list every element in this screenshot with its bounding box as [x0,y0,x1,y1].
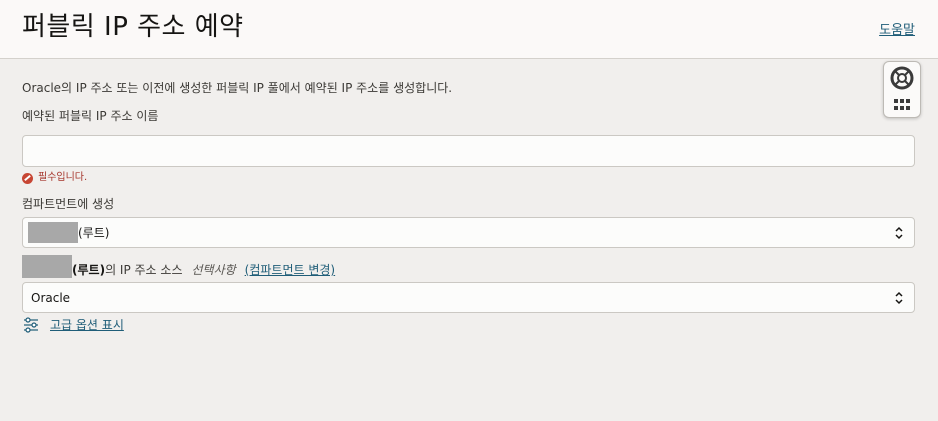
chevron-up-down-icon [895,226,903,240]
change-compartment-link[interactable]: (컴파트먼트 변경) [245,261,335,278]
show-advanced-options[interactable]: 고급 옵션 표시 [23,316,124,333]
compartment-label: 컴파트먼트에 생성 [22,197,115,211]
ip-source-select[interactable]: Oracle [22,282,915,313]
page-header: 퍼블릭 IP 주소 예약 도움말 [0,0,938,59]
reserved-ip-name-input[interactable] [22,135,915,167]
reserve-ip-form: Oracle의 IP 주소 또는 이전에 생성한 퍼블릭 IP 풀에서 예약된 … [22,80,915,313]
advanced-options-label: 고급 옵션 표시 [50,318,124,332]
name-error: 필수입니다. [22,172,915,184]
form-description: Oracle의 IP 주소 또는 이전에 생성한 퍼블릭 IP 풀에서 예약된 … [22,81,453,95]
sliders-icon [24,316,38,333]
help-link[interactable]: 도움말 [879,19,915,38]
ip-source-label: (루트) 의 IP 주소 소스 선택사항 (컴파트먼트 변경) [22,255,915,278]
ip-source-select-value: Oracle [31,290,71,305]
compartment-select[interactable]: (루트) [22,217,915,248]
chevron-up-down-icon [895,291,903,305]
redacted-source-compartment [22,255,72,278]
source-root-label: (루트) [72,263,106,277]
source-label-suffix: 의 IP 주소 소스 [105,263,183,277]
compartment-select-value: (루트) [78,226,110,240]
optional-tag: 선택사항 [191,263,236,277]
page-title: 퍼블릭 IP 주소 예약 [22,12,244,42]
error-circle-icon [22,172,33,184]
redacted-compartment-name [28,222,78,243]
name-label: 예약된 퍼블릭 IP 주소 이름 [22,109,159,123]
name-error-text: 필수입니다. [38,172,88,183]
